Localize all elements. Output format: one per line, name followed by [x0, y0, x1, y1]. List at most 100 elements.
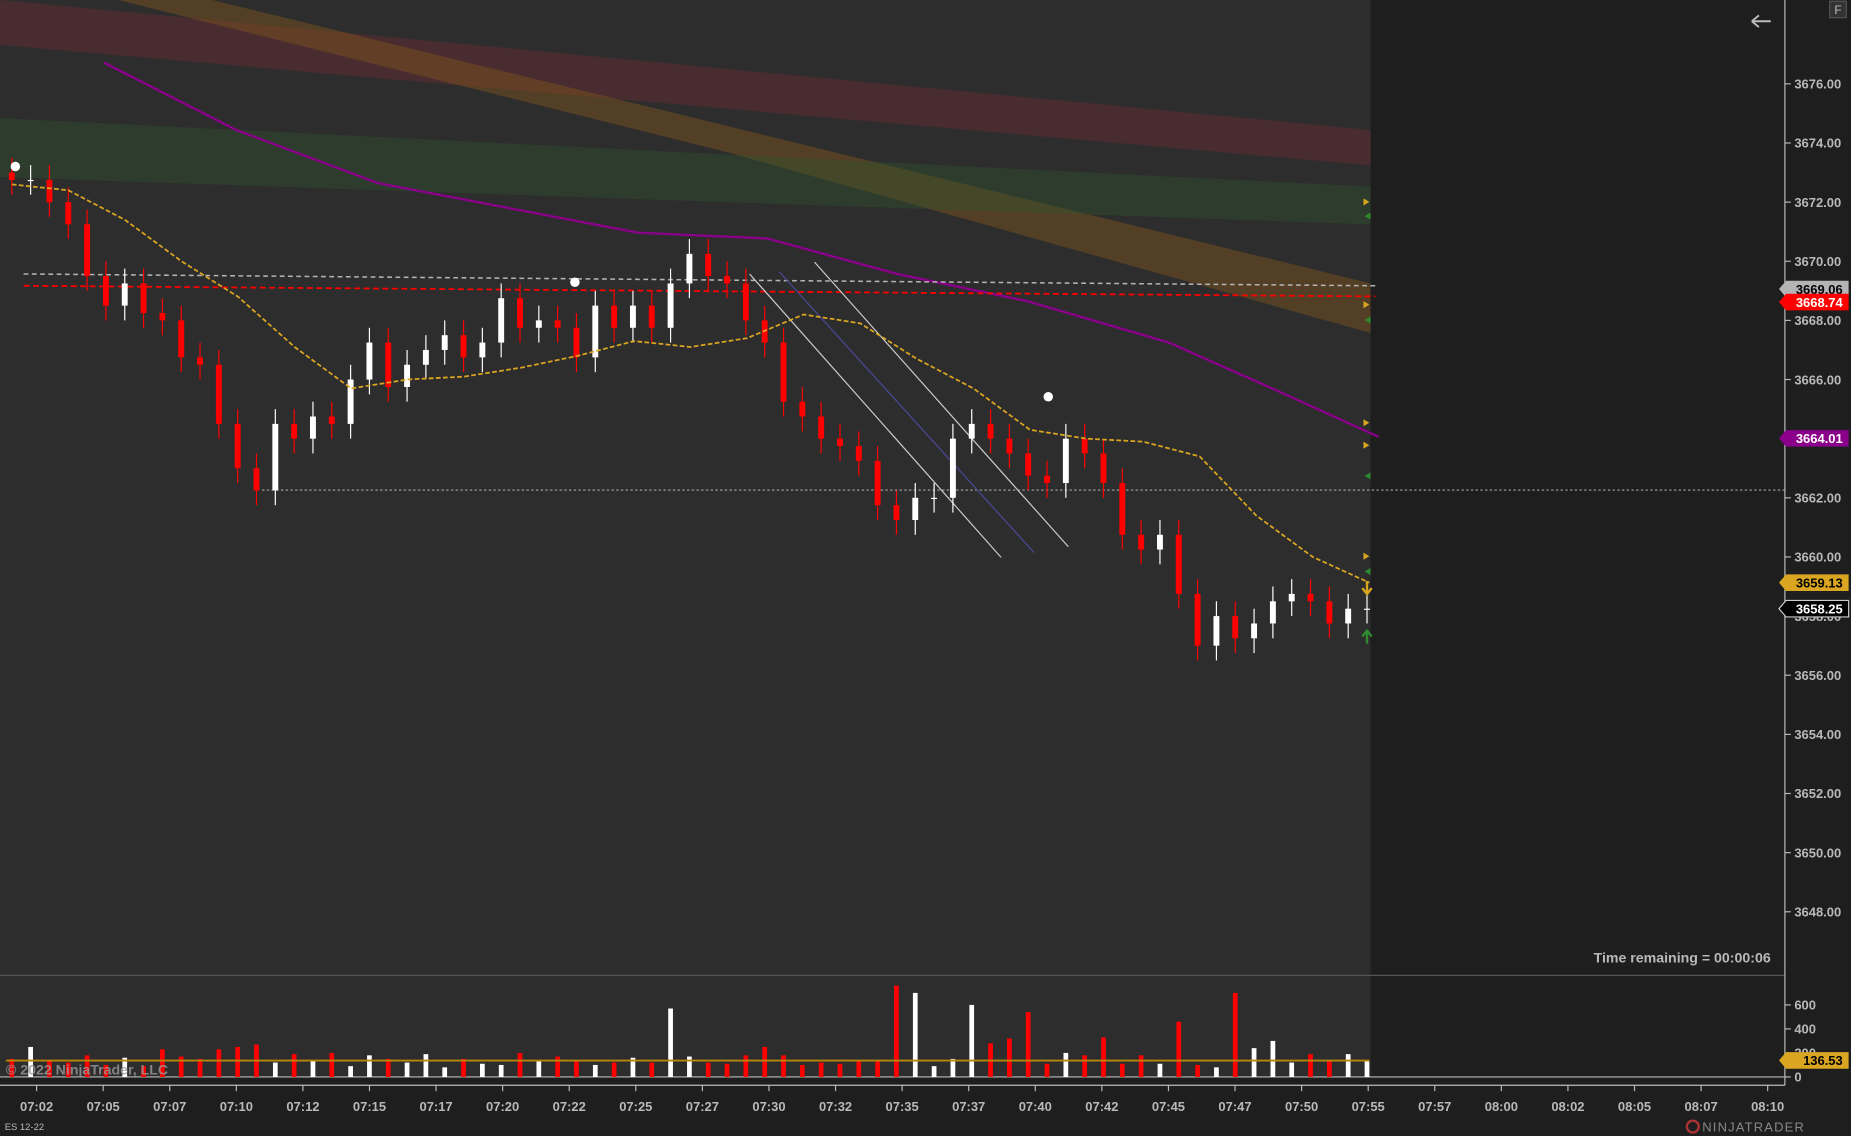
candle-body	[328, 416, 335, 424]
volume-bar	[1138, 1055, 1144, 1077]
volume-bar	[1364, 1061, 1370, 1077]
candle-body	[479, 342, 486, 358]
price-tick-label: 3656.00	[1794, 668, 1841, 683]
time-tick-label: 07:55	[1352, 1099, 1385, 1114]
candle-body	[8, 172, 15, 180]
price-marker: 3664.01	[1778, 430, 1849, 447]
candle-body	[780, 342, 787, 402]
volume-tick-label: 0	[1794, 1070, 1801, 1085]
time-tick-label: 08:00	[1485, 1099, 1518, 1114]
volume-bar	[1007, 1038, 1012, 1077]
candle-body	[215, 364, 222, 424]
swing-dot	[570, 277, 580, 287]
volume-bar	[404, 1062, 410, 1077]
candle-body	[102, 276, 109, 306]
volume-bar	[216, 1049, 222, 1077]
time-tick-label: 07:05	[87, 1099, 120, 1114]
time-tick-label: 07:45	[1152, 1099, 1185, 1114]
price-marker: 136.53	[1778, 1052, 1849, 1069]
time-tick-label: 07:15	[353, 1099, 386, 1114]
candle-body	[799, 401, 806, 417]
candle-body	[1288, 593, 1295, 602]
candle-body	[1062, 438, 1069, 484]
candle-body	[84, 224, 91, 277]
candle-body	[46, 179, 53, 203]
time-tick-label: 08:10	[1751, 1099, 1784, 1114]
volume-bar	[329, 1052, 335, 1077]
volume-bar	[235, 1046, 241, 1077]
time-tick-label: 07:42	[1085, 1099, 1118, 1114]
volume-bar	[479, 1063, 485, 1077]
volume-bar	[1044, 1063, 1050, 1077]
candle-body	[629, 305, 636, 328]
volume-bar	[818, 1062, 824, 1077]
volume-bar	[668, 1008, 673, 1077]
candle-body	[253, 468, 260, 491]
candle-body	[291, 423, 298, 439]
candle-body	[178, 320, 185, 358]
volume-bar	[1063, 1052, 1069, 1077]
time-remaining-label: Time remaining = 00:00:06	[1594, 950, 1771, 966]
price-tick-label: 3654.00	[1794, 727, 1841, 742]
volume-bar	[1157, 1063, 1163, 1077]
volume-bar	[1119, 1063, 1125, 1077]
candle-body	[837, 438, 843, 447]
time-tick-label: 07:17	[419, 1099, 452, 1114]
volume-bar	[291, 1054, 297, 1077]
candle-body	[1364, 608, 1370, 610]
candle-body	[140, 283, 147, 314]
volume-bar	[1289, 1062, 1295, 1077]
time-tick-label: 07:37	[952, 1099, 985, 1114]
volume-bar	[442, 1067, 448, 1077]
volume-bar	[310, 1060, 316, 1077]
time-tick-label: 07:32	[819, 1099, 852, 1114]
volume-bar	[498, 1064, 504, 1077]
candle-body	[893, 505, 900, 520]
volume-bar	[743, 1055, 749, 1077]
volume-bar	[555, 1056, 561, 1077]
candle-body	[987, 423, 994, 439]
candle-body	[1326, 601, 1333, 624]
time-tick-label: 07:40	[1019, 1099, 1052, 1114]
candle-body	[197, 357, 203, 365]
price-marker: 3659.13	[1778, 574, 1849, 591]
copyright-text: © 2022 NinjaTrader, LLC	[6, 1063, 168, 1079]
candle-body	[554, 320, 561, 328]
time-tick-label: 07:25	[619, 1099, 652, 1114]
time-tick-label: 07:20	[486, 1099, 519, 1114]
ninjatrader-logo: NINJATRADER	[1685, 1119, 1805, 1134]
candle-body	[1006, 438, 1013, 454]
volume-bar	[1195, 1064, 1200, 1077]
volume-bar	[875, 1061, 880, 1077]
f-button[interactable]: F	[1829, 0, 1847, 19]
volume-bar	[762, 1046, 768, 1077]
volume-bar	[1308, 1054, 1313, 1077]
price-marker: 3668.74	[1778, 293, 1849, 311]
candle-body	[949, 438, 956, 498]
volume-bar	[385, 1058, 391, 1077]
candle-body	[1194, 593, 1201, 646]
volume-bar	[1214, 1067, 1219, 1077]
time-tick-label: 07:10	[220, 1099, 253, 1114]
candle-body	[818, 416, 825, 439]
price-chart[interactable]: 3676.00 3674.00 3672.00 3670.00 3668.00 3666.…	[0, 0, 1851, 1136]
candle-body	[573, 327, 580, 358]
candle-body	[611, 305, 618, 328]
candle-body	[855, 446, 862, 461]
volume-bar	[1345, 1054, 1351, 1077]
candle-body	[1251, 623, 1258, 639]
time-tick-label: 07:27	[686, 1099, 719, 1114]
volume-bar	[461, 1058, 466, 1077]
time-tick-label: 07:50	[1285, 1099, 1318, 1114]
time-tick-label: 07:02	[20, 1099, 53, 1114]
volume-bar	[348, 1066, 353, 1077]
svg-text:NINJATRADER: NINJATRADER	[1702, 1119, 1805, 1134]
candle-body	[1175, 534, 1182, 594]
price-marker: 3658.25	[1778, 599, 1850, 618]
candle-body	[535, 320, 542, 328]
candle-body	[705, 253, 712, 277]
candle-body	[874, 460, 881, 506]
candle-body	[667, 283, 674, 328]
candle-body	[912, 497, 919, 520]
candle-body	[686, 253, 693, 284]
